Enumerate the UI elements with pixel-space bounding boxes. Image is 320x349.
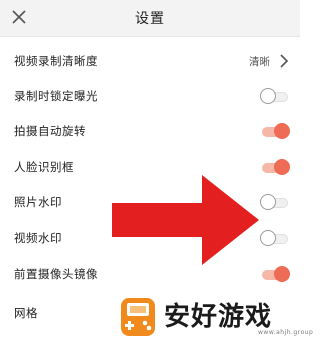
photo-watermark-toggle[interactable] xyxy=(260,194,290,212)
setting-value: 清晰 xyxy=(249,56,270,68)
toggle-knob xyxy=(260,194,276,210)
chevron-right-icon xyxy=(280,54,289,68)
setting-label: 照片水印 xyxy=(14,195,62,209)
setting-label: 人脸识别框 xyxy=(14,160,74,174)
toggle-knob xyxy=(274,123,290,139)
toggle-knob xyxy=(274,159,290,175)
setting-auto-rotate: 拍摄自动旋转 xyxy=(0,114,300,150)
toggle-knob xyxy=(274,266,290,282)
setting-label: 网格 xyxy=(14,306,38,320)
face-frame-toggle[interactable] xyxy=(262,159,290,177)
red-arrow-icon xyxy=(112,175,259,265)
front-mirror-toggle[interactable] xyxy=(262,266,290,284)
site-watermark: 安好游戏 www.ahjh.group xyxy=(118,294,313,349)
setting-label: 视频水印 xyxy=(14,231,62,245)
video-watermark-toggle[interactable] xyxy=(260,230,290,248)
gamepad-logo-icon xyxy=(121,298,155,336)
watermark-text: 安好游戏 xyxy=(164,302,273,332)
setting-video-quality[interactable]: 视频录制清晰度 清晰 xyxy=(0,44,300,80)
setting-label: 视频录制清晰度 xyxy=(14,54,98,68)
page-title: 设置 xyxy=(135,11,165,27)
setting-lock-exposure: 录制时锁定曝光 xyxy=(0,79,300,115)
lock-exposure-toggle[interactable] xyxy=(260,88,290,106)
toggle-knob xyxy=(260,230,276,246)
header: 设置 xyxy=(0,0,300,37)
setting-label: 前置摄像头镜像 xyxy=(14,267,98,281)
setting-label: 拍摄自动旋转 xyxy=(14,124,86,138)
toggle-knob xyxy=(260,88,276,104)
auto-rotate-toggle[interactable] xyxy=(262,123,290,141)
setting-label: 录制时锁定曝光 xyxy=(14,89,98,103)
watermark-subtext: www.ahjh.group xyxy=(258,329,314,336)
